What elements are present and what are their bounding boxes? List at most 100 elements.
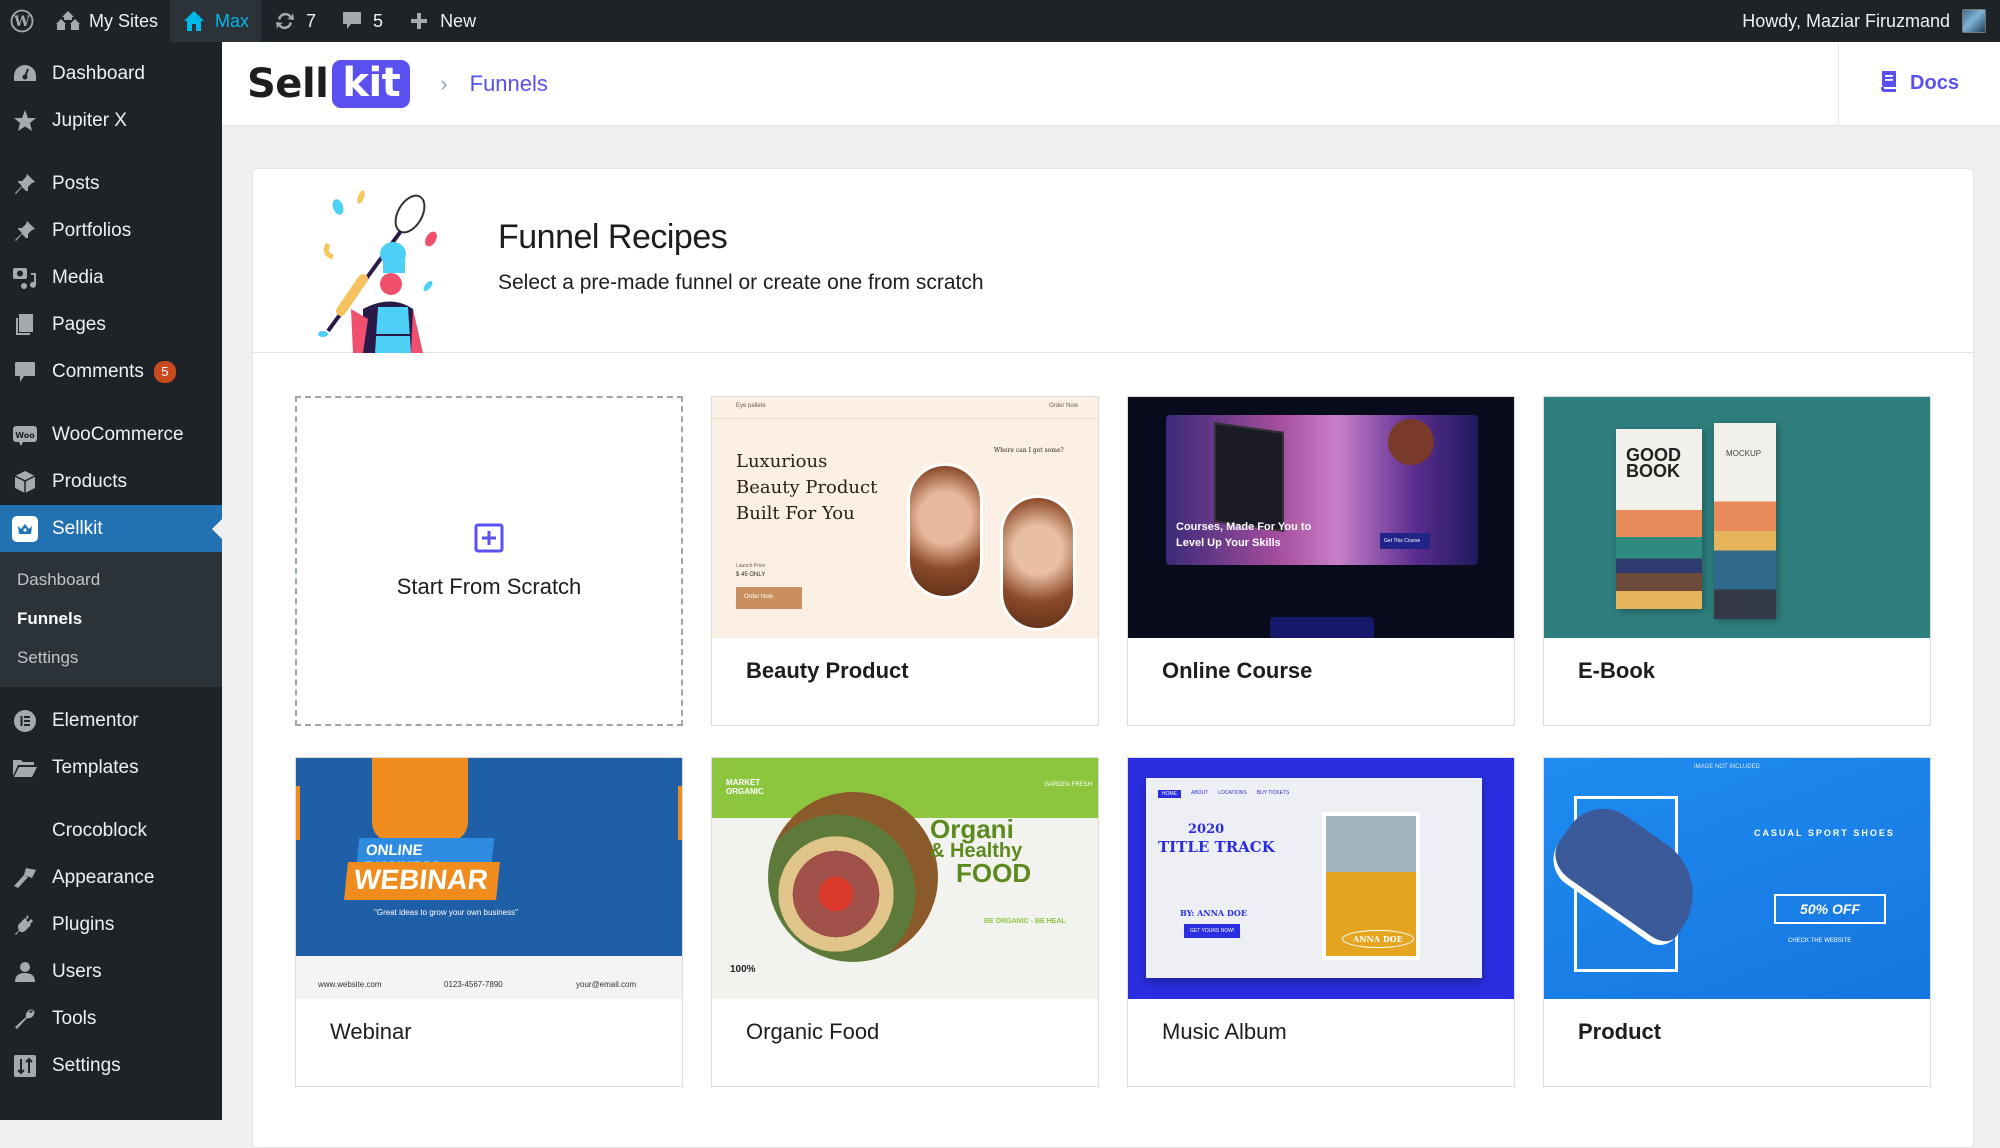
comments-menu[interactable]: 5 — [328, 0, 395, 42]
star-icon — [12, 108, 38, 134]
preview-text: WEBINAR — [344, 862, 500, 900]
my-sites-menu[interactable]: My Sites — [44, 0, 170, 42]
docs-button[interactable]: Docs — [1838, 41, 2000, 126]
recipe-card-title: Beauty Product — [746, 658, 909, 683]
wordpress-logo-button[interactable]: W — [0, 0, 44, 42]
sidebar-item-pages[interactable]: Pages — [0, 301, 222, 348]
sidebar-item-label: Sellkit — [52, 517, 103, 539]
funnel-recipes-panel: Funnel Recipes Select a pre-made funnel … — [252, 168, 1974, 1148]
recipe-card-music-album[interactable]: HOME ABOUT LOCATIONS BUY TICKETS 2020 TI… — [1127, 757, 1515, 1087]
sidebar-item-label: Appearance — [52, 866, 155, 888]
sidebar-item-appearance[interactable]: Appearance — [0, 854, 222, 901]
admin-bar: W My Sites Max 7 5 New Howdy, Maziar Fir… — [0, 0, 2000, 42]
admin-sidebar: Dashboard Jupiter X Posts Portfolios Med… — [0, 42, 222, 1120]
sidebar-item-label: Media — [52, 266, 104, 288]
sidebar-item-plugins[interactable]: Plugins — [0, 901, 222, 948]
recipe-card-e-book[interactable]: GOOD BOOK MOCKUP E-Book — [1543, 396, 1931, 726]
beauty-product-preview: Eye pallete Order Now Luxurious Beauty P… — [712, 397, 1098, 638]
woo-icon: Woo — [12, 422, 38, 448]
sidebar-item-label: Elementor — [52, 709, 139, 731]
preview-text: Get This Course — [1380, 533, 1430, 549]
svg-text:Woo: Woo — [15, 431, 35, 440]
sellkit-logo[interactable]: Sell kit — [247, 59, 411, 108]
music-album-preview: HOME ABOUT LOCATIONS BUY TICKETS 2020 TI… — [1128, 758, 1514, 999]
comments-count: 5 — [373, 10, 384, 31]
preview-text: Built For You — [736, 503, 855, 524]
sidebar-item-tools[interactable]: Tools — [0, 995, 222, 1042]
preview-text: Luxurious — [736, 451, 828, 472]
recipe-card-beauty-product[interactable]: Eye pallete Order Now Luxurious Beauty P… — [711, 396, 1099, 726]
preview-text: Order Now — [736, 587, 802, 609]
site-name-menu[interactable]: Max — [170, 0, 262, 42]
preview-text: ABOUT — [1191, 790, 1209, 796]
preview-text: BE ORGANIC - BE HEAL — [984, 918, 1066, 925]
sidebar-item-products[interactable]: Products — [0, 458, 222, 505]
preview-text: MARKET — [726, 778, 761, 787]
sidebar-item-templates[interactable]: Templates — [0, 744, 222, 791]
sidebar-item-portfolios[interactable]: Portfolios — [0, 207, 222, 254]
recipe-card-title: Product — [1578, 1019, 1662, 1044]
new-content-menu[interactable]: New — [395, 0, 488, 42]
pages-icon — [12, 312, 38, 338]
pin-icon — [12, 171, 38, 197]
plugin-header: Sell kit › Funnels Docs — [222, 41, 2000, 126]
preview-text: ONLINE BUSINESS — [356, 838, 495, 876]
sidebar-item-crocoblock[interactable]: Crocoblock — [0, 807, 222, 854]
submenu-item-settings[interactable]: Settings — [0, 638, 222, 677]
sidebar-item-posts[interactable]: Posts — [0, 160, 222, 207]
submenu-item-dashboard[interactable]: Dashboard — [0, 560, 222, 599]
funnel-recipe-grid: Start From Scratch Eye pallete Order Now… — [295, 396, 1931, 1087]
account-menu[interactable]: Howdy, Maziar Firuzmand — [1742, 9, 2000, 33]
sidebar-item-label: WooCommerce — [52, 423, 184, 445]
chef-illustration — [318, 189, 437, 353]
plus-icon — [407, 9, 431, 33]
brush-icon — [12, 865, 38, 891]
sidebar-item-sellkit[interactable]: Sellkit — [0, 505, 222, 552]
submenu-item-funnels[interactable]: Funnels — [0, 599, 222, 638]
sidebar-item-settings[interactable]: Settings — [0, 1042, 222, 1089]
sidebar-item-label: Templates — [52, 756, 139, 778]
sidebar-item-elementor[interactable]: Elementor — [0, 697, 222, 744]
sidebar-item-jupiter-x[interactable]: Jupiter X — [0, 97, 222, 144]
preview-text: 2020 — [1188, 822, 1225, 837]
recipe-card-organic-food[interactable]: MARKET ORGANIC GARDEN FRESH Organi & Hea… — [711, 757, 1099, 1087]
logo-text-sell: Sell — [247, 60, 329, 107]
preview-text: 0123-4567-7890 — [444, 980, 503, 989]
sidebar-item-users[interactable]: Users — [0, 948, 222, 995]
sidebar-item-label: Settings — [52, 1054, 121, 1076]
recipe-card-online-course[interactable]: Courses, Made For You to Level Up Your S… — [1127, 396, 1515, 726]
wrench-icon — [12, 1006, 38, 1032]
online-course-preview: Courses, Made For You to Level Up Your S… — [1128, 397, 1514, 638]
sidebar-item-media[interactable]: Media — [0, 254, 222, 301]
recipe-card-webinar[interactable]: ONLINE BUSINESS WEBINAR "Great ideas to … — [295, 757, 683, 1087]
recipe-card-title: Music Album — [1162, 1019, 1287, 1044]
sidebar-item-label: Posts — [52, 172, 100, 194]
preview-text: Level Up Your Skills — [1176, 537, 1281, 549]
preview-text: 50% OFF — [1774, 894, 1886, 924]
preview-text: Eye pallete — [736, 403, 766, 409]
sidebar-item-dashboard[interactable]: Dashboard — [0, 50, 222, 97]
pin-icon — [12, 218, 38, 244]
updates-icon — [273, 9, 297, 33]
sellkit-icon — [12, 515, 38, 542]
preview-text: GARDEN FRESH — [1044, 782, 1092, 788]
updates-menu[interactable]: 7 — [261, 0, 328, 42]
preview-text: Organi — [930, 814, 1014, 844]
start-from-scratch-card[interactable]: Start From Scratch — [295, 396, 683, 726]
sidebar-item-comments[interactable]: Comments 5 — [0, 348, 222, 395]
comment-icon — [12, 359, 38, 385]
webinar-preview: ONLINE BUSINESS WEBINAR "Great ideas to … — [296, 758, 682, 999]
recipe-card-product[interactable]: IMAGE NOT INCLUDED CASUAL SPORT SHOES 50… — [1543, 757, 1931, 1087]
user-icon — [12, 959, 38, 985]
greeting: Howdy, Maziar Firuzmand — [1742, 10, 1950, 31]
settings-icon — [12, 1053, 38, 1079]
sidebar-item-woocommerce[interactable]: Woo WooCommerce — [0, 411, 222, 458]
updates-count: 7 — [306, 10, 317, 31]
organic-food-preview: MARKET ORGANIC GARDEN FRESH Organi & Hea… — [712, 758, 1098, 999]
sites-icon — [56, 9, 80, 33]
preview-text: MOCKUP — [1726, 449, 1762, 458]
home-icon — [182, 9, 206, 33]
preview-text: your@email.com — [576, 980, 637, 989]
breadcrumb-funnels[interactable]: Funnels — [470, 71, 548, 97]
preview-text: "Great ideas to grow your own business" — [374, 908, 518, 917]
